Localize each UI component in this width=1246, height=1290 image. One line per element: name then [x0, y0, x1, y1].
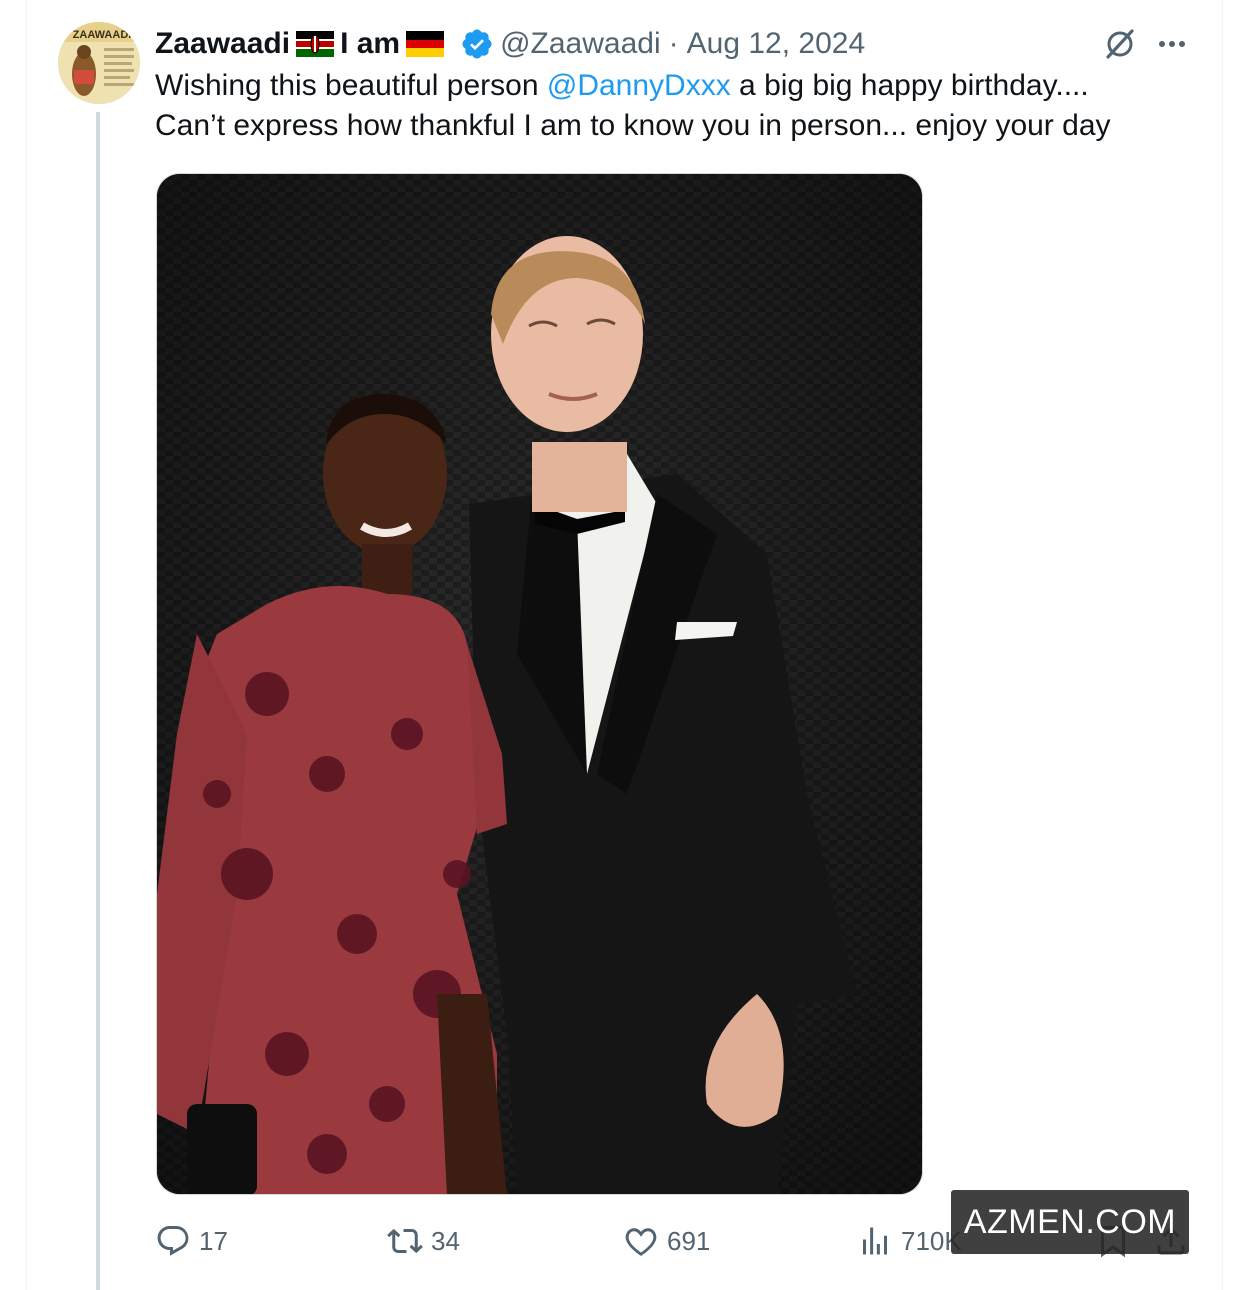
- grok-icon[interactable]: [1102, 26, 1138, 62]
- separator-dot: ·: [668, 27, 679, 60]
- tweet-text-before-mention: Wishing this beautiful person: [155, 69, 547, 102]
- like-count: 691: [667, 1225, 711, 1256]
- thread-line: [96, 112, 100, 1290]
- views-button[interactable]: 710K: [857, 1218, 962, 1264]
- kenya-flag-icon: [296, 31, 335, 57]
- tweet-photo[interactable]: [156, 173, 923, 1195]
- verified-badge-icon[interactable]: [460, 27, 494, 61]
- avatar[interactable]: ZAAWAADI: [58, 22, 140, 104]
- avatar-image: ZAAWAADI: [58, 22, 140, 104]
- card-border-right: [1222, 0, 1223, 1290]
- tweet-text: Wishing this beautiful person @DannyDxxx…: [155, 66, 1215, 146]
- tweet-text-after-mention: a big big happy birthday....: [730, 69, 1089, 102]
- heart-icon: [625, 1228, 657, 1256]
- tweet-header: Zaawaadi I am @Zaawaadi · Aug 12, 2024: [155, 22, 865, 66]
- tweet-text-line-1: Wishing this beautiful person @DannyDxxx…: [155, 66, 1215, 106]
- repost-count: 34: [431, 1225, 460, 1256]
- tweet-text-line-2: Can’t express how thankful I am to know …: [155, 109, 1111, 142]
- handle[interactable]: @Zaawaadi: [500, 27, 661, 61]
- site-watermark: AZMEN.COM: [951, 1190, 1189, 1254]
- display-name-suffix: I am: [340, 27, 401, 60]
- germany-flag-icon: [406, 31, 445, 57]
- views-chart-icon: [863, 1227, 887, 1255]
- mention-link[interactable]: @DannyDxxx: [547, 69, 731, 102]
- reply-count: 17: [199, 1225, 228, 1256]
- photo-scene: [157, 174, 922, 1194]
- tweet-date[interactable]: Aug 12, 2024: [687, 27, 866, 61]
- card-border-left: [26, 0, 27, 1290]
- avatar-logo-text: ZAAWAADI: [73, 29, 132, 41]
- more-dots-icon[interactable]: [1154, 28, 1190, 60]
- reply-icon: [157, 1226, 189, 1256]
- reply-button[interactable]: 17: [155, 1218, 228, 1264]
- repost-icon: [387, 1228, 423, 1254]
- display-name[interactable]: Zaawaadi: [155, 27, 290, 61]
- like-button[interactable]: 691: [623, 1218, 710, 1264]
- repost-button[interactable]: 34: [387, 1218, 460, 1264]
